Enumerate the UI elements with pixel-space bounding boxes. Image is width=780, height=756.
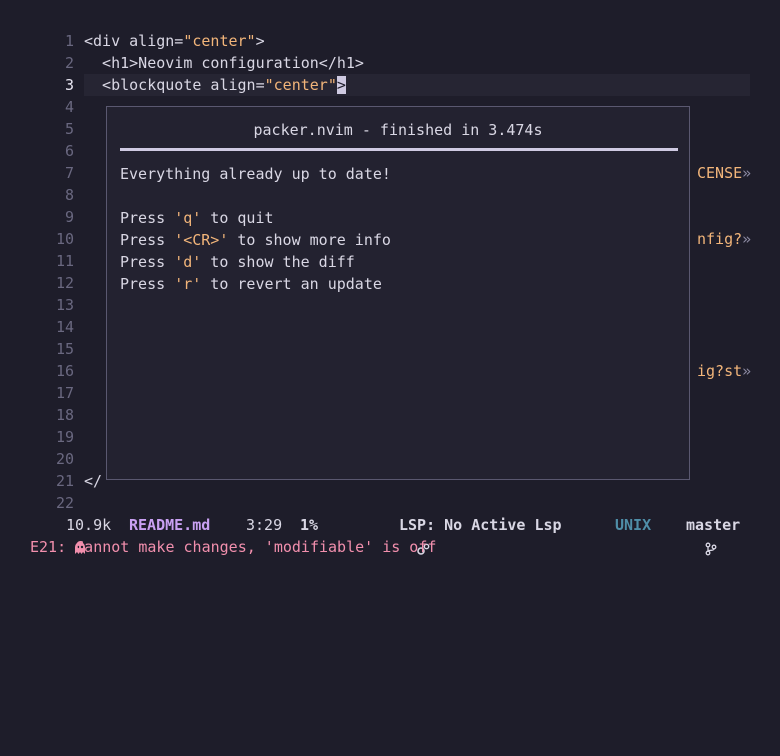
- line-number: 17: [55, 384, 74, 402]
- scroll-percent: 1%: [300, 516, 319, 534]
- line-number: 15: [55, 340, 74, 358]
- truncation-marker: »: [742, 362, 752, 380]
- error-message: E21: Cannot make changes, 'modifiable' i…: [30, 538, 437, 556]
- popup-help-info: Press '<CR>' to show more info: [120, 231, 391, 249]
- line-number: 12: [55, 274, 74, 292]
- line-number: 14: [55, 318, 74, 336]
- truncation-marker: »: [742, 230, 752, 248]
- text-cursor: >: [336, 76, 346, 94]
- key-hint: 'q': [174, 209, 202, 227]
- code-fragment: ig?st»: [697, 362, 752, 380]
- code-line-1: <div align="center">: [84, 32, 265, 50]
- popup-help-quit: Press 'q' to quit: [120, 209, 274, 227]
- code-line-2: <h1>Neovim configuration</h1>: [84, 54, 364, 72]
- packer-popup-window[interactable]: packer.nvim - finished in 3.474s Everyth…: [106, 106, 690, 480]
- statusline: 10.9k README.md 3:29 1% LSP: No Active L…: [0, 514, 780, 556]
- popup-status: Everything already up to date!: [120, 165, 391, 183]
- git-branch: master: [686, 516, 741, 534]
- line-number: 5: [64, 120, 74, 138]
- line-number: 22: [55, 494, 74, 512]
- line-number: 10: [55, 230, 74, 248]
- line-number: 20: [55, 450, 74, 468]
- line-number: 6: [64, 142, 74, 160]
- code-fragment: nfig?»: [697, 230, 752, 248]
- line-number: 4: [64, 98, 74, 116]
- code-line-3: <blockquote align="center">: [84, 76, 346, 94]
- popup-help-diff: Press 'd' to show the diff: [120, 253, 355, 271]
- code-line-21: </: [84, 472, 103, 490]
- line-number: 9: [64, 208, 74, 226]
- line-number: 16: [55, 362, 74, 380]
- popup-divider: [120, 148, 678, 151]
- cursor-position: 3:29: [246, 516, 283, 534]
- lsp-status: LSP: No Active Lsp: [399, 516, 562, 534]
- popup-help-revert: Press 'r' to revert an update: [120, 275, 382, 293]
- line-number: 8: [64, 186, 74, 204]
- key-hint: '<CR>': [174, 231, 229, 249]
- file-size: 10.9k: [66, 516, 112, 534]
- line-number: 13: [55, 296, 74, 314]
- line-number: 19: [55, 428, 74, 446]
- truncation-marker: »: [742, 164, 752, 182]
- code-fragment: CENSE»: [697, 164, 752, 182]
- popup-title: packer.nvim - finished in 3.474s: [253, 121, 543, 139]
- line-number: 7: [64, 164, 74, 182]
- line-number: 11: [55, 252, 74, 270]
- line-number: 18: [55, 406, 74, 424]
- file-format: UNIX: [615, 516, 652, 534]
- key-hint: 'd': [174, 253, 202, 271]
- key-hint: 'r': [174, 275, 202, 293]
- file-name: README.md: [129, 516, 211, 534]
